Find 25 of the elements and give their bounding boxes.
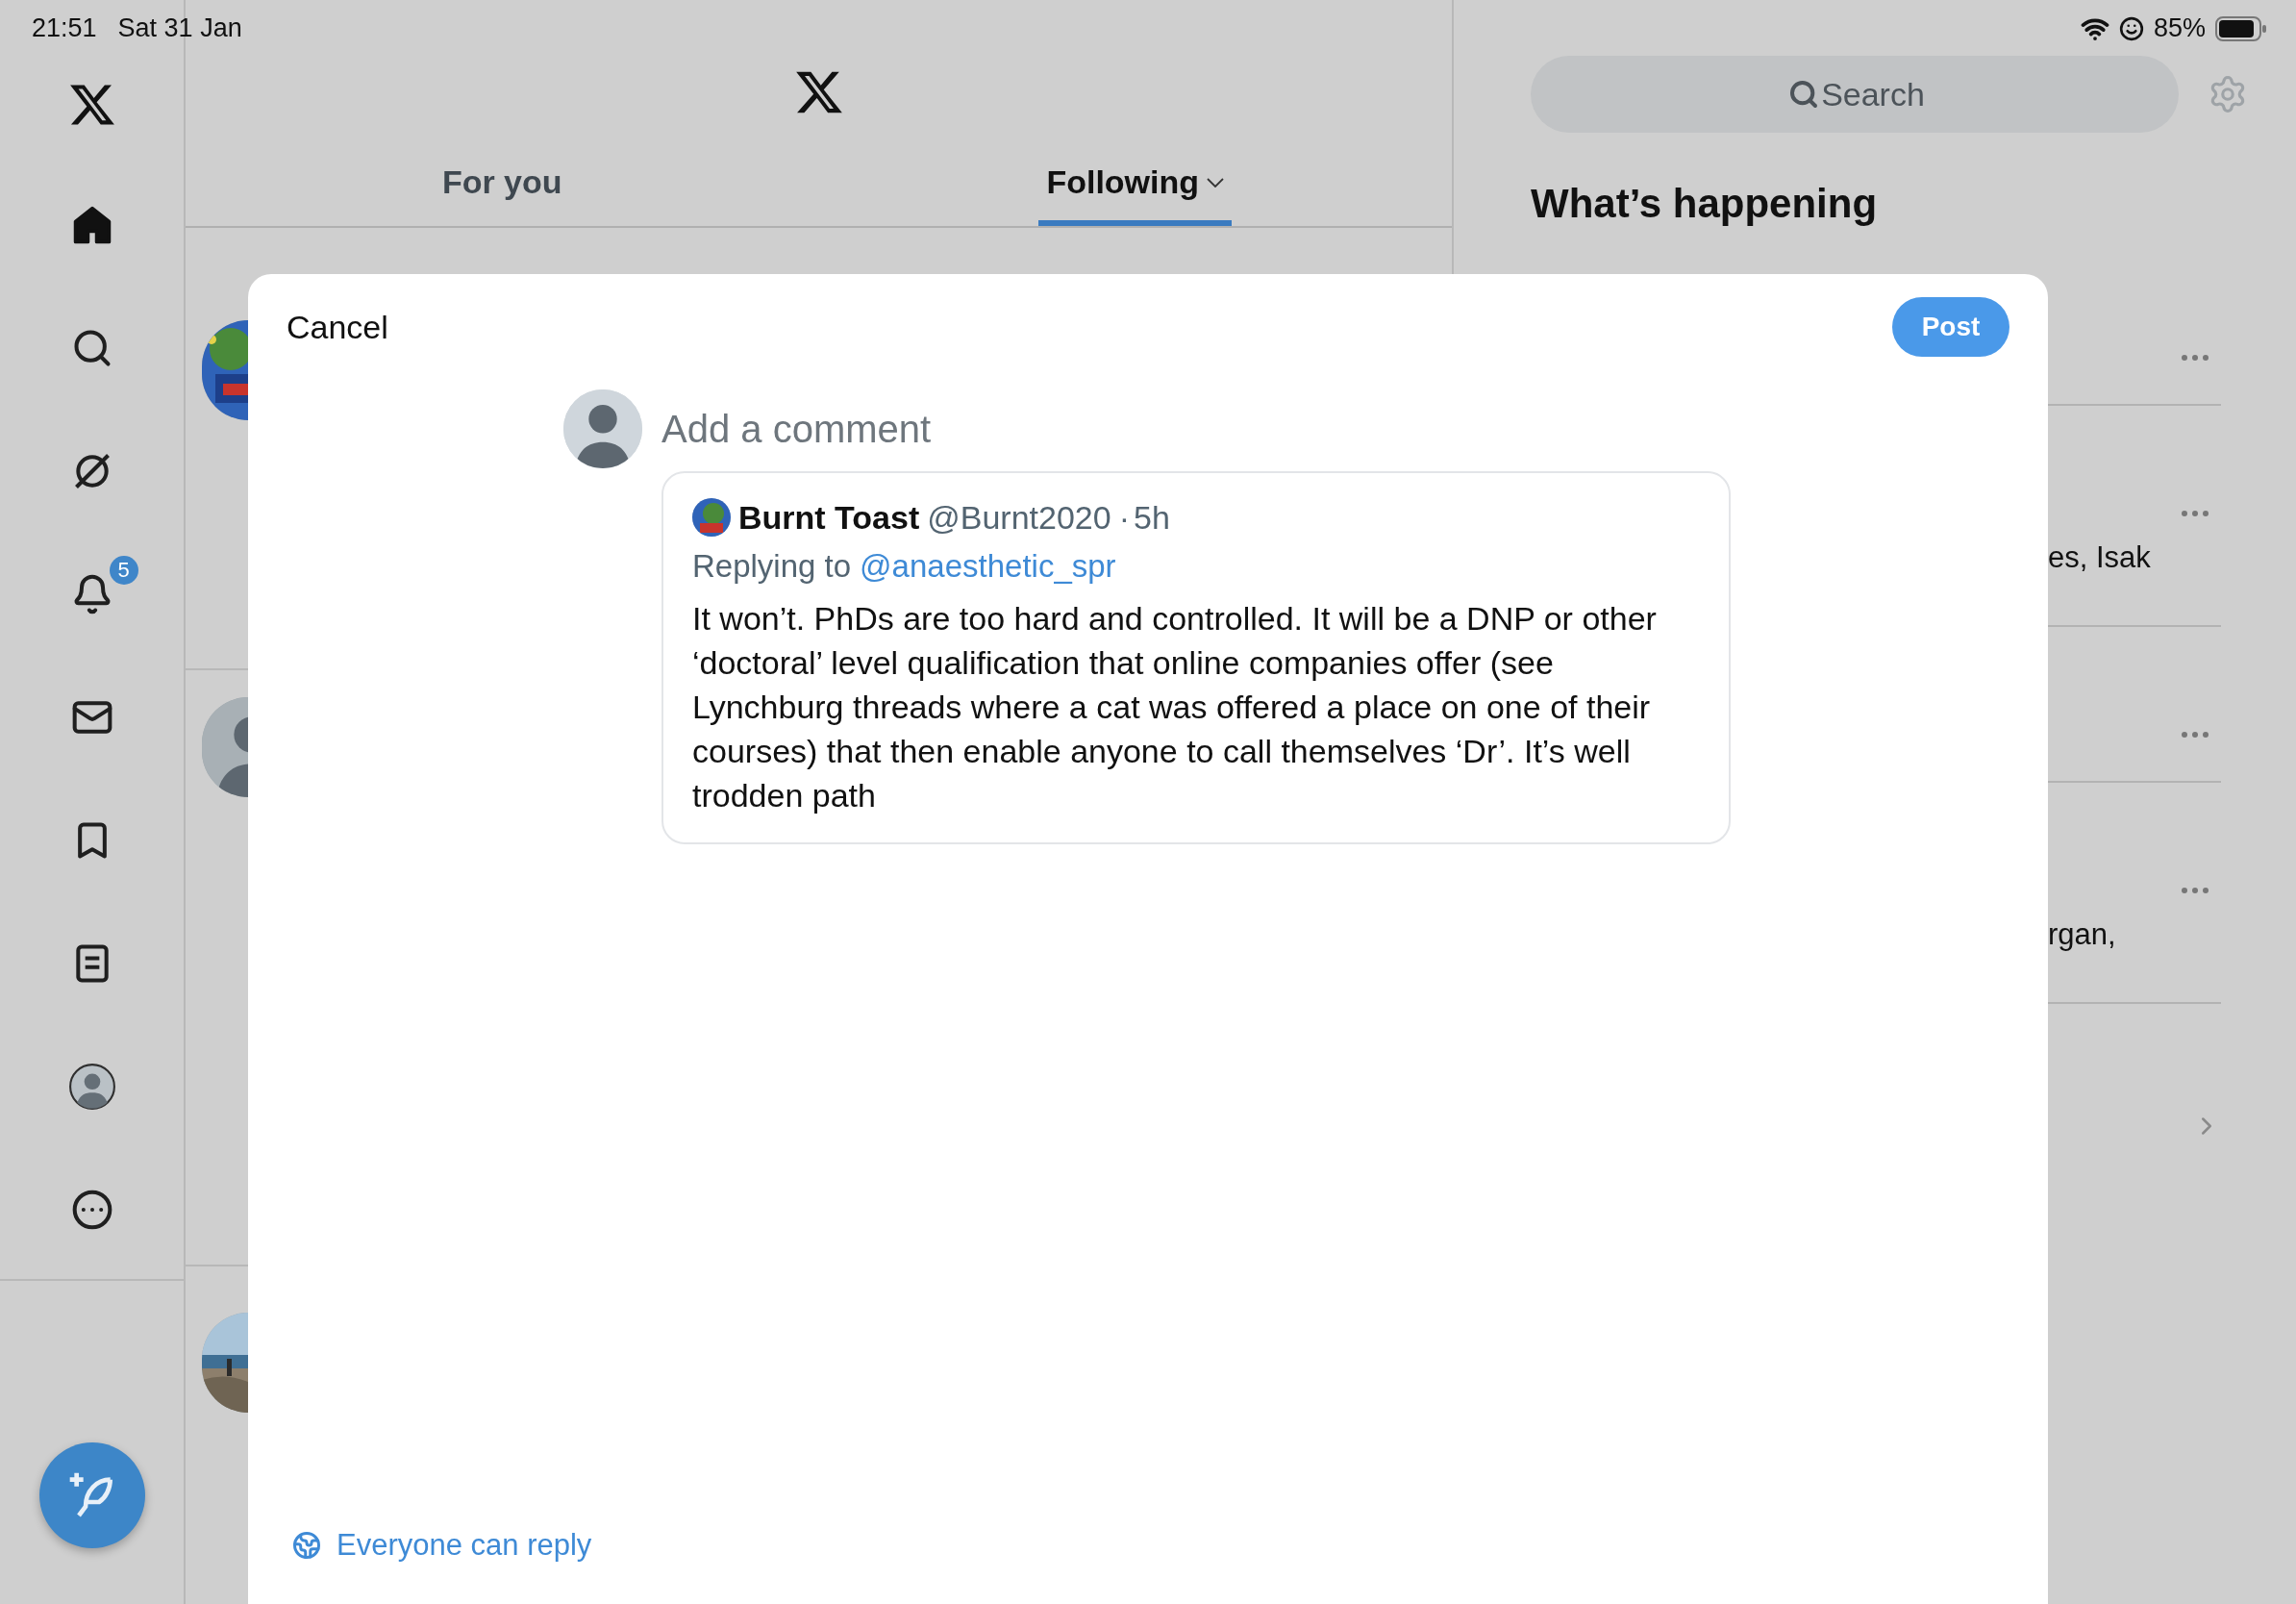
compose-button[interactable] — [38, 1442, 145, 1548]
search-icon — [1788, 79, 1819, 110]
smiley-icon — [2118, 15, 2144, 41]
section-heading: What’s happening — [1531, 181, 1879, 227]
reply-setting-button[interactable]: Everyone can reply — [287, 1527, 598, 1564]
globe-icon — [292, 1531, 321, 1560]
post-time: 5h — [1134, 498, 1170, 537]
trend-text: rgan, — [2048, 917, 2117, 952]
battery-level: 85% — [2153, 13, 2206, 43]
trend-text: es, Isak — [2048, 540, 2152, 575]
feed-tab[interactable]: For you — [186, 163, 819, 226]
status-time: 21:51 — [32, 13, 97, 43]
separator: · — [1118, 498, 1130, 537]
post-text: It won’t. PhDs are too hard and controlled. It will be a DNP or other ‘doctoral’ level qualification that online companies offer (see Lynchburg threads where a cat was offered a place on one of their courses) that then enable anyone to call themselves ‘Dr’. It’s well trodden path — [692, 599, 1658, 815]
status-date: Sat 31 Jan — [117, 13, 242, 43]
author-name: Burnt Toast — [738, 498, 920, 537]
search-field[interactable]: Search — [1531, 56, 2179, 133]
mention-link[interactable]: @anaesthetic_spr — [860, 548, 1116, 585]
notification-badge: 5 — [109, 556, 138, 585]
replying-label: Replying to — [692, 548, 852, 585]
cancel-button[interactable]: Cancel — [287, 308, 388, 346]
battery-icon — [2215, 15, 2267, 41]
avatar — [692, 498, 731, 537]
author-handle: @Burnt2020 — [927, 498, 1111, 537]
feed-tab[interactable]: Following — [818, 163, 1452, 226]
